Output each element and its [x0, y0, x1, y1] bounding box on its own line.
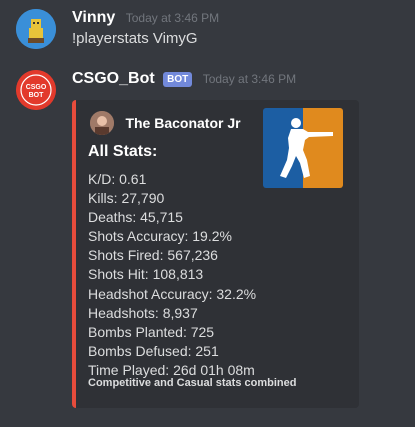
- avatar[interactable]: CSGO BOT: [16, 70, 56, 110]
- embed-footer: Competitive and Casual stats combined: [88, 377, 297, 389]
- message-header: CSGO_Bot BOT Today at 3:46 PM: [72, 70, 296, 88]
- bot-avatar-icon: CSGO BOT: [16, 70, 56, 110]
- stat-shots-fired: Shots Fired: 567,236: [88, 247, 218, 264]
- message-header: Vinny Today at 3:46 PM: [72, 9, 219, 27]
- stat-kd: K/D: 0.61: [88, 171, 147, 187]
- embed-title: All Stats:: [88, 143, 158, 160]
- avatar-text-bottom: BOT: [29, 92, 45, 99]
- stat-bombs-planted: Bombs Planted: 725: [88, 323, 215, 340]
- csgo-logo-icon: [263, 108, 343, 188]
- stat-headshots: Headshots: 8,937: [88, 304, 198, 321]
- stat-deaths: Deaths: 45,715: [88, 209, 183, 226]
- message-vinny: Vinny Today at 3:46 PM !playerstats Vimy…: [0, 0, 415, 60]
- username[interactable]: CSGO_Bot: [72, 70, 155, 88]
- stat-shots-hit: Shots Hit: 108,813: [88, 266, 204, 283]
- stat-kills: Kills: 27,790: [88, 190, 165, 207]
- stat-bombs-defused: Bombs Defused: 251: [88, 342, 219, 359]
- author-avatar-icon: [90, 111, 114, 135]
- timestamp: Today at 3:46 PM: [125, 11, 220, 25]
- avatar-text-top: CSGO: [26, 84, 47, 91]
- bot-badge: BOT: [163, 71, 193, 87]
- embed-thumbnail[interactable]: [263, 108, 343, 188]
- stats-list: K/D: 0.61 Kills: 27,790 Deaths: 45,715 S…: [88, 170, 256, 380]
- embed-author: The Baconator Jr: [90, 111, 241, 135]
- stat-headshot-accuracy: Headshot Accuracy: 32.2%: [88, 285, 257, 302]
- user-avatar-icon: [16, 9, 56, 49]
- stats-embed: The Baconator Jr All Stats: K/D: 0.61 Ki…: [72, 100, 359, 408]
- timestamp: Today at 3:46 PM: [202, 72, 297, 86]
- embed-author-name[interactable]: The Baconator Jr: [125, 115, 240, 131]
- message-text: !playerstats VimyG: [72, 30, 198, 47]
- username[interactable]: Vinny: [72, 9, 115, 27]
- stat-shots-accuracy: Shots Accuracy: 19.2%: [88, 228, 232, 245]
- avatar[interactable]: [16, 9, 56, 49]
